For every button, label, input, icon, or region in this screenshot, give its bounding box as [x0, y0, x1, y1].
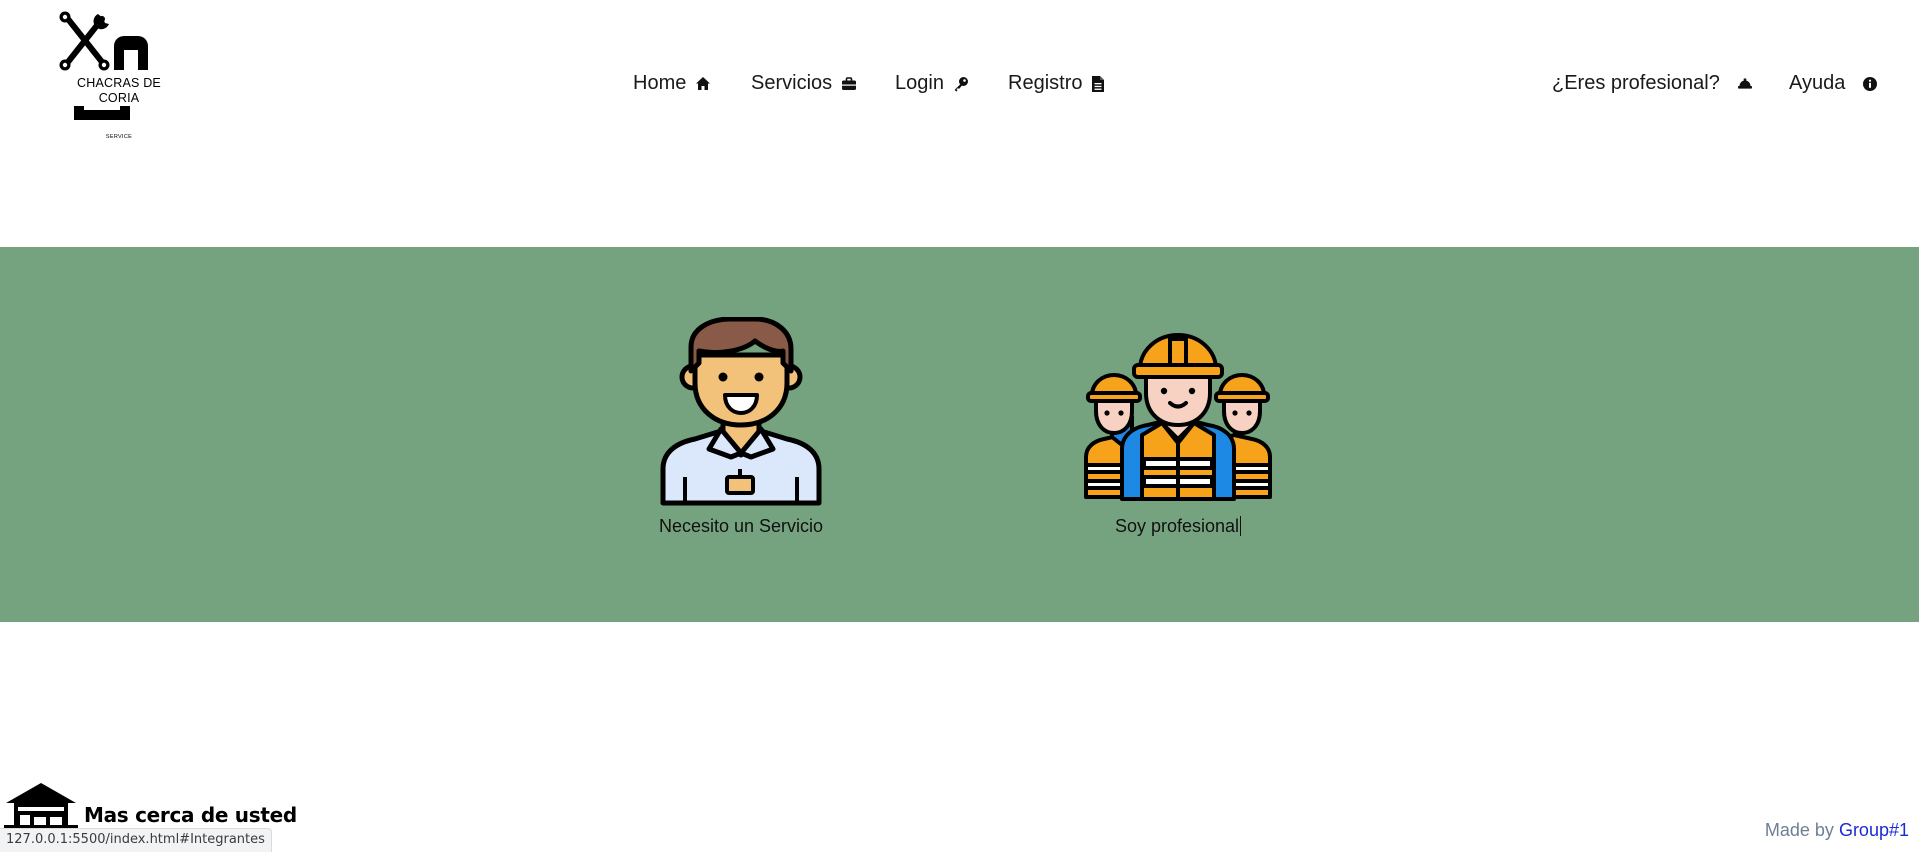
nav-eres-profesional[interactable]: ¿Eres profesional? — [1552, 72, 1753, 95]
nav-registro[interactable]: Registro — [1008, 72, 1105, 95]
text-caret — [1240, 516, 1242, 536]
nav-servicios[interactable]: Servicios — [751, 72, 857, 95]
site-logo[interactable]: CHACRAS DE CORIA SERVICE — [56, 10, 186, 145]
browser-status-url: 127.0.0.1:5500/index.html#Integrantes — [0, 828, 272, 852]
nav-eres-profesional-label: ¿Eres profesional? — [1552, 72, 1720, 94]
card-necesito-servicio[interactable]: Necesito un Servicio — [655, 316, 827, 537]
nav-login[interactable]: Login — [895, 72, 969, 95]
made-by-prefix: Made by — [1764, 820, 1834, 840]
made-by-link[interactable]: Group#1 — [1839, 820, 1909, 840]
footer-brand: Mas cerca de usted — [4, 781, 297, 831]
card-necesito-servicio-label: Necesito un Servicio — [658, 516, 824, 536]
customer-avatar-illustration — [660, 316, 822, 506]
hero-band: Necesito un Servicio Soy profesional — [0, 247, 1919, 622]
made-by: Made by Group#1 — [1765, 820, 1909, 841]
nav-servicios-label: Servicios — [751, 72, 833, 94]
logo-title: CHACRAS DE CORIA — [56, 76, 182, 106]
nav-home-label: Home — [633, 72, 687, 94]
file-icon — [1092, 75, 1105, 92]
construction-workers-illustration — [1084, 333, 1272, 501]
footer-brand-text: Mas cerca de usted — [84, 803, 297, 827]
nav-ayuda-label: Ayuda — [1789, 72, 1846, 94]
nav-login-label: Login — [895, 72, 944, 94]
briefcase-icon — [842, 76, 857, 90]
nav-home[interactable]: Home — [633, 72, 711, 95]
info-circle-icon — [1863, 76, 1878, 91]
hard-hat-icon — [1737, 78, 1752, 89]
nav-registro-label: Registro — [1008, 72, 1083, 94]
home-icon — [696, 77, 711, 90]
nav-ayuda[interactable]: Ayuda — [1789, 72, 1878, 95]
house-icon — [4, 783, 78, 829]
key-icon — [954, 76, 968, 91]
logo-subtitle: SERVICE — [105, 134, 133, 140]
card-soy-profesional[interactable]: Soy profesional — [1082, 317, 1274, 537]
card-soy-profesional-label: Soy profesional — [1114, 516, 1242, 536]
